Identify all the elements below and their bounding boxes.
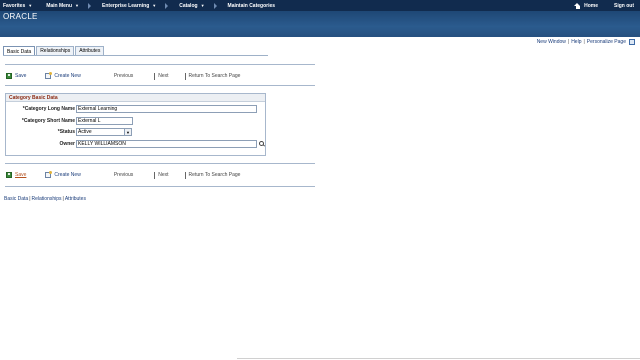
category-basic-data-group: Category Basic Data *Category Long Name … xyxy=(5,93,266,156)
link-relationships[interactable]: Relationships xyxy=(32,196,62,202)
create-new-label: Create New xyxy=(54,73,81,79)
status-select[interactable]: Active ▼ xyxy=(76,128,132,136)
previous-button[interactable]: Previous xyxy=(114,172,133,178)
top-toolbar: Save Create New Previous Next Return To … xyxy=(6,71,240,81)
divider xyxy=(5,163,315,164)
divider xyxy=(5,186,315,187)
chevron-down-icon: ▼ xyxy=(75,3,80,8)
category-long-name-input[interactable]: External Learning xyxy=(76,105,257,113)
category-short-name-row: *Category Short Name External L xyxy=(6,117,265,125)
category-long-name-label: *Category Long Name xyxy=(22,106,75,112)
category-short-name-label: *Category Short Name xyxy=(21,118,75,124)
save-icon xyxy=(6,172,12,178)
breadcrumb-label: Catalog xyxy=(179,2,198,9)
next-button[interactable]: Next xyxy=(158,73,168,79)
return-to-search-button[interactable]: Return To Search Page xyxy=(189,172,241,178)
breadcrumb-label: Enterprise Learning xyxy=(102,2,150,9)
link-attributes[interactable]: Attributes xyxy=(65,196,86,202)
divider: | xyxy=(62,196,64,202)
divider xyxy=(237,358,640,359)
breadcrumb-separator-icon xyxy=(213,2,217,9)
favorites-label: Favorites xyxy=(3,2,26,9)
save-icon xyxy=(6,73,12,79)
create-new-button[interactable]: Create New xyxy=(45,72,81,79)
owner-label: Owner xyxy=(59,141,75,147)
breadcrumb-separator-icon xyxy=(165,2,169,9)
save-label: Save xyxy=(15,172,27,178)
create-new-button[interactable]: Create New xyxy=(45,171,81,178)
divider xyxy=(154,72,156,80)
tab-relationships[interactable]: Relationships xyxy=(36,46,75,55)
divider: | xyxy=(583,39,585,45)
tab-attributes[interactable]: Attributes xyxy=(75,46,105,55)
home-icon xyxy=(574,2,581,9)
owner-row: Owner KELLY WILLIAMSON xyxy=(6,140,265,148)
main-menu-label: Main Menu xyxy=(46,2,73,9)
lookup-search-icon[interactable] xyxy=(259,141,265,147)
header-banner: ORACLE xyxy=(0,11,640,37)
group-title: Category Basic Data xyxy=(6,94,265,102)
home-link[interactable]: Home xyxy=(574,2,598,9)
breadcrumb-label: Maintain Categories xyxy=(227,2,276,9)
breadcrumb-maintain-categories[interactable]: Maintain Categories xyxy=(225,0,279,11)
chevron-down-icon: ▼ xyxy=(152,3,157,8)
oracle-logo: ORACLE xyxy=(3,12,38,21)
tab-underline xyxy=(3,55,268,56)
status-row: *Status Active ▼ xyxy=(6,128,265,136)
save-button[interactable]: Save xyxy=(6,172,26,178)
home-label: Home xyxy=(584,2,598,9)
divider xyxy=(5,85,315,86)
new-document-icon xyxy=(45,72,53,79)
page-help-icon[interactable] xyxy=(629,39,635,45)
divider xyxy=(5,64,315,65)
personalize-page-link[interactable]: Personalize Page xyxy=(587,39,626,45)
divider xyxy=(184,72,186,80)
divider: | xyxy=(567,39,570,45)
favorites-menu[interactable]: Favorites ▼ xyxy=(0,0,35,11)
category-long-name-row: *Category Long Name External Learning xyxy=(6,105,265,113)
chevron-down-icon: ▼ xyxy=(200,3,205,8)
divider xyxy=(154,171,156,179)
main-menu[interactable]: Main Menu ▼ xyxy=(43,0,82,11)
divider xyxy=(184,171,186,179)
page-links: New Window | Help | Personalize Page xyxy=(537,39,635,45)
owner-input[interactable]: KELLY WILLIAMSON xyxy=(76,140,257,148)
new-document-icon xyxy=(45,171,53,178)
breadcrumb-separator-icon xyxy=(88,2,92,9)
chevron-down-icon: ▼ xyxy=(28,3,33,8)
top-nav-bar: Favorites ▼ Main Menu ▼ Enterprise Learn… xyxy=(0,0,640,11)
divider: | xyxy=(29,196,31,202)
status-label: *Status xyxy=(57,129,75,135)
next-button[interactable]: Next xyxy=(158,172,168,178)
previous-button[interactable]: Previous xyxy=(114,73,133,79)
status-value: Active xyxy=(78,129,92,135)
link-basic-data[interactable]: Basic Data xyxy=(4,196,28,202)
breadcrumb-catalog[interactable]: Catalog ▼ xyxy=(176,0,207,11)
save-label: Save xyxy=(15,73,27,79)
return-to-search-button[interactable]: Return To Search Page xyxy=(189,73,241,79)
breadcrumb-enterprise-learning[interactable]: Enterprise Learning ▼ xyxy=(99,0,159,11)
create-new-label: Create New xyxy=(54,172,81,178)
chevron-down-icon: ▼ xyxy=(124,129,131,135)
sign-out-link[interactable]: Sign out xyxy=(614,3,634,9)
bottom-page-links: Basic Data | Relationships | Attributes xyxy=(4,196,86,202)
save-button[interactable]: Save xyxy=(6,73,26,79)
help-link[interactable]: Help xyxy=(571,39,581,45)
new-window-link[interactable]: New Window xyxy=(537,39,566,45)
bottom-toolbar: Save Create New Previous Next Return To … xyxy=(6,170,240,180)
category-short-name-input[interactable]: External L xyxy=(76,117,133,125)
